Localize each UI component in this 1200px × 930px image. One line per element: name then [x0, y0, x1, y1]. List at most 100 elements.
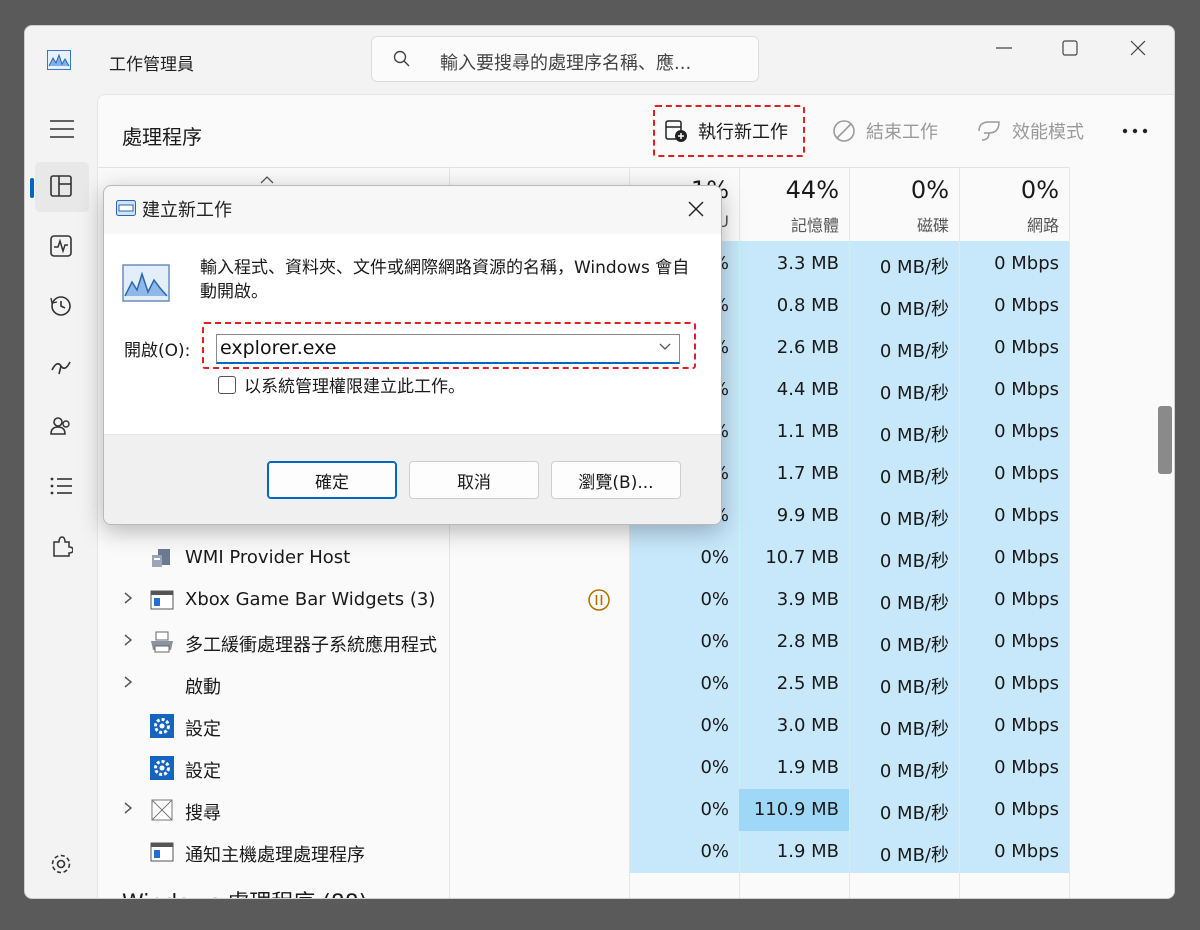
process-name: 多工緩衝處理器子系統應用程式: [185, 635, 437, 656]
network-cell: 0 Mbps: [994, 757, 1059, 778]
expand-chevron-icon[interactable]: [122, 591, 134, 605]
end-task-button[interactable]: 結束工作: [832, 109, 938, 153]
table-row[interactable]: 啟動 0% 2.5 MB 0 MB/秒 0 Mbps: [98, 663, 1174, 705]
memory-cell: 4.4 MB: [776, 379, 839, 400]
process-name: 設定: [185, 761, 221, 782]
network-cell: 0 Mbps: [994, 841, 1059, 862]
network-cell: 0 Mbps: [994, 547, 1059, 568]
windows-processes-group-header[interactable]: Windows 處理程序 (88): [122, 885, 367, 898]
memory-total: 44%: [785, 176, 839, 204]
expand-chevron-icon[interactable]: [122, 801, 134, 815]
nav-processes[interactable]: [30, 162, 89, 212]
process-name: 啟動: [185, 677, 221, 698]
cpu-cell: 0%: [700, 757, 729, 778]
annotation-highlight-run-task: [653, 105, 805, 157]
nav-performance[interactable]: [35, 222, 89, 272]
network-total: 0%: [1020, 176, 1059, 204]
memory-cell: 3.3 MB: [776, 253, 839, 274]
table-row[interactable]: Xbox Game Bar Widgets (3) 0% 3.9 MB 0 MB…: [98, 579, 1174, 621]
memory-cell: 9.9 MB: [776, 505, 839, 526]
close-button[interactable]: [1115, 34, 1161, 64]
memory-cell: 110.9 MB: [753, 799, 839, 820]
network-column-header[interactable]: 0% 網路: [959, 167, 1069, 241]
disk-cell: 0 MB/秒: [879, 551, 949, 572]
table-row[interactable]: 通知主機處理處理程序 0% 1.9 MB 0 MB/秒 0 Mbps: [98, 831, 1174, 873]
network-cell: 0 Mbps: [994, 589, 1059, 610]
window-icon: [150, 842, 174, 862]
page-title: 處理程序: [122, 125, 202, 149]
search-box[interactable]: 輸入要搜尋的處理序名稱、應...: [371, 36, 759, 82]
table-row[interactable]: 設定 0% 3.0 MB 0 MB/秒 0 Mbps: [98, 705, 1174, 747]
disk-cell: 0 MB/秒: [879, 509, 949, 530]
disk-cell: 0 MB/秒: [879, 425, 949, 446]
memory-column-header[interactable]: 44% 記憶體: [739, 167, 849, 241]
admin-privileges-checkbox[interactable]: [218, 376, 236, 394]
search-icon: [393, 50, 410, 67]
dialog-close-button[interactable]: [681, 194, 711, 224]
network-cell: 0 Mbps: [994, 379, 1059, 400]
network-cell: 0 Mbps: [994, 799, 1059, 820]
table-row[interactable]: 設定 0% 1.9 MB 0 MB/秒 0 Mbps: [98, 747, 1174, 789]
printer-icon: [151, 631, 173, 653]
table-row[interactable]: 多工緩衝處理器子系統應用程式 0% 2.8 MB 0 MB/秒 0 Mbps: [98, 621, 1174, 663]
efficiency-mode-button[interactable]: 效能模式: [976, 109, 1084, 153]
suspended-pause-icon: [588, 589, 610, 611]
network-cell: 0 Mbps: [994, 631, 1059, 652]
expand-chevron-icon[interactable]: [122, 675, 134, 689]
disk-cell: 0 MB/秒: [879, 803, 949, 824]
dialog-footer: 確定 取消 瀏覽(B)...: [104, 434, 721, 524]
memory-cell: 1.7 MB: [776, 463, 839, 484]
process-name: WMI Provider Host: [185, 547, 351, 568]
nav-startup-apps[interactable]: [35, 342, 89, 392]
hamburger-menu-button[interactable]: [35, 104, 89, 154]
details-list-icon: [50, 477, 72, 495]
annotation-highlight-open-input: [202, 322, 696, 369]
memory-cell: 0.8 MB: [776, 295, 839, 316]
create-new-task-dialog: 建立新工作 輸入程式、資料夾、文件或網際網路資源的名稱，Windows 會自動開…: [103, 185, 722, 525]
nav-settings[interactable]: [35, 840, 89, 890]
disk-cell: 0 MB/秒: [879, 341, 949, 362]
disk-cell: 0 MB/秒: [879, 677, 949, 698]
settings-icon: [51, 854, 71, 874]
vertical-scrollbar-thumb[interactable]: [1158, 406, 1172, 474]
end-task-icon: [833, 120, 855, 142]
maximize-icon: [1062, 40, 1078, 56]
more-options-button[interactable]: [1122, 109, 1158, 153]
memory-cell: 10.7 MB: [765, 547, 839, 568]
expand-chevron-icon[interactable]: [122, 633, 134, 647]
disk-cell: 0 MB/秒: [879, 299, 949, 320]
ok-button[interactable]: 確定: [267, 461, 397, 499]
nav-services[interactable]: [35, 522, 89, 572]
maximize-button[interactable]: [1047, 34, 1093, 64]
network-cell: 0 Mbps: [994, 715, 1059, 736]
nav-details[interactable]: [35, 462, 89, 512]
open-label: 開啟(O):: [124, 341, 191, 361]
search-input[interactable]: 輸入要搜尋的處理序名稱、應...: [440, 49, 691, 75]
dialog-title: 建立新工作: [142, 200, 232, 221]
table-row[interactable]: 搜尋 0% 110.9 MB 0 MB/秒 0 Mbps: [98, 789, 1174, 831]
network-cell: 0 Mbps: [994, 463, 1059, 484]
sort-ascending-icon: [260, 176, 274, 184]
nav-app-history[interactable]: [35, 282, 89, 332]
network-cell: 0 Mbps: [994, 337, 1059, 358]
cpu-cell: 0%: [700, 841, 729, 862]
task-manager-large-icon: [122, 264, 170, 302]
cancel-button[interactable]: 取消: [409, 461, 539, 499]
disk-cell: 0 MB/秒: [879, 593, 949, 614]
memory-cell: 2.6 MB: [776, 337, 839, 358]
users-icon: [50, 417, 70, 435]
table-row[interactable]: WMI Provider Host 0% 10.7 MB 0 MB/秒 0 Mb…: [98, 537, 1174, 579]
disk-cell: 0 MB/秒: [879, 719, 949, 740]
disk-column-header[interactable]: 0% 磁碟: [849, 167, 959, 241]
placeholder-icon: [151, 799, 173, 821]
memory-cell: 2.8 MB: [776, 631, 839, 652]
efficiency-mode-label: 效能模式: [1012, 122, 1084, 143]
network-label: 網路: [1026, 216, 1059, 235]
browse-button[interactable]: 瀏覽(B)...: [551, 461, 681, 499]
cpu-cell: 0%: [700, 673, 729, 694]
nav-users[interactable]: [35, 402, 89, 452]
minimize-button[interactable]: [981, 34, 1027, 64]
disk-cell: 0 MB/秒: [879, 635, 949, 656]
network-cell: 0 Mbps: [994, 253, 1059, 274]
disk-label: 磁碟: [916, 216, 949, 235]
